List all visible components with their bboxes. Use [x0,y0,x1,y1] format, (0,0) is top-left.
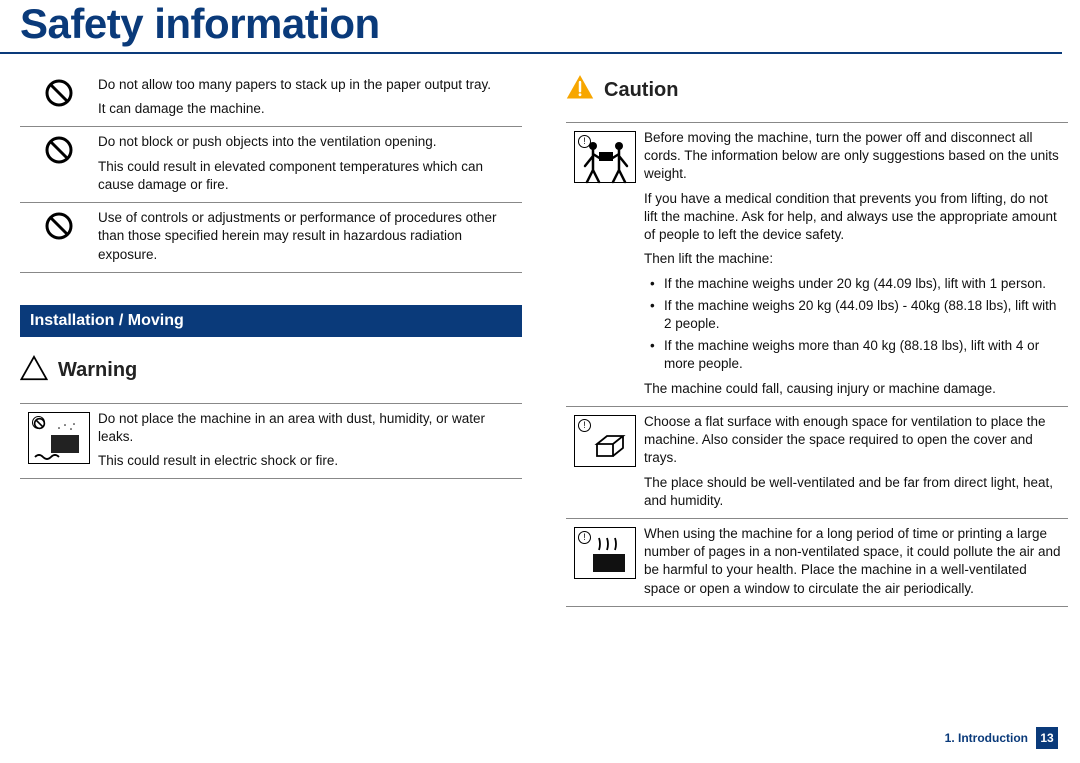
safety-text-line: The place should be well-ventilated and … [644,474,1064,510]
safety-text-line: This could result in electric shock or f… [98,452,518,470]
warning-heading: Warning [20,355,522,387]
safety-text-line: It can damage the machine. [98,100,518,118]
left-column: Do not allow too many papers to stack up… [20,70,522,607]
warning-label: Warning [58,359,137,382]
prohibit-row: Use of controls or adjustments or perfor… [20,203,522,273]
safety-text: Do not place the machine in an area with… [98,410,522,471]
caution-label: Caution [604,79,678,102]
prohibit-icon [44,135,74,165]
page-title: Safety information [0,0,1062,54]
safety-text-line: This could result in elevated component … [98,158,518,194]
water-hazard-icon [28,412,90,464]
lift-people-icon: ! [574,131,636,183]
caution-row: ! When using the machine for a long peri… [566,519,1068,607]
caution-row: ! Choose a flat surface with enough spac… [566,407,1068,519]
caution-triangle-icon [566,74,594,106]
prohibit-icon [44,78,74,108]
prohibit-row: Do not allow too many papers to stack up… [20,70,522,127]
flat-surface-icon: ! [574,415,636,467]
list-item: If the machine weighs more than 40 kg (8… [650,337,1064,373]
list-item: If the machine weighs 20 kg (44.09 lbs) … [650,297,1064,333]
chapter-label: 1. Introduction [945,731,1028,745]
safety-text: Do not allow too many papers to stack up… [98,76,522,118]
safety-text-line: Then lift the machine: [644,250,1064,268]
safety-text-line: Do not allow too many papers to stack up… [98,76,518,94]
ventilation-heat-icon: ! [574,527,636,579]
safety-text-line: If you have a medical condition that pre… [644,190,1064,245]
page-footer: 1. Introduction 13 [945,727,1058,749]
safety-text-line: Do not place the machine in an area with… [98,410,518,446]
warning-row: Do not place the machine in an area with… [20,403,522,480]
safety-text-line: Before moving the machine, turn the powe… [644,129,1064,184]
section-heading: Installation / Moving [20,305,522,337]
caution-row: ! Before moving the machine, turn the po… [566,122,1068,407]
list-item: If the machine weighs under 20 kg (44.09… [650,275,1064,293]
caution-heading: Caution [566,74,1068,106]
safety-text: Before moving the machine, turn the powe… [644,129,1068,398]
weight-guideline-list: If the machine weighs under 20 kg (44.09… [644,275,1064,374]
safety-text-line: Choose a flat surface with enough space … [644,413,1064,468]
safety-text: Choose a flat surface with enough space … [644,413,1068,510]
safety-text: Use of controls or adjustments or perfor… [98,209,522,264]
safety-text: Do not block or push objects into the ve… [98,133,522,194]
safety-text: When using the machine for a long period… [644,525,1068,598]
safety-text-line: The machine could fall, causing injury o… [644,380,1064,398]
safety-text-line: When using the machine for a long period… [644,525,1064,598]
prohibit-icon [44,211,74,241]
page-number: 13 [1036,727,1058,749]
right-column: Caution ! Before moving the machine, tur… [566,70,1068,607]
prohibit-row: Do not block or push objects into the ve… [20,127,522,203]
safety-text-line: Use of controls or adjustments or perfor… [98,209,518,264]
safety-text-line: Do not block or push objects into the ve… [98,133,518,151]
warning-triangle-icon [20,355,48,387]
